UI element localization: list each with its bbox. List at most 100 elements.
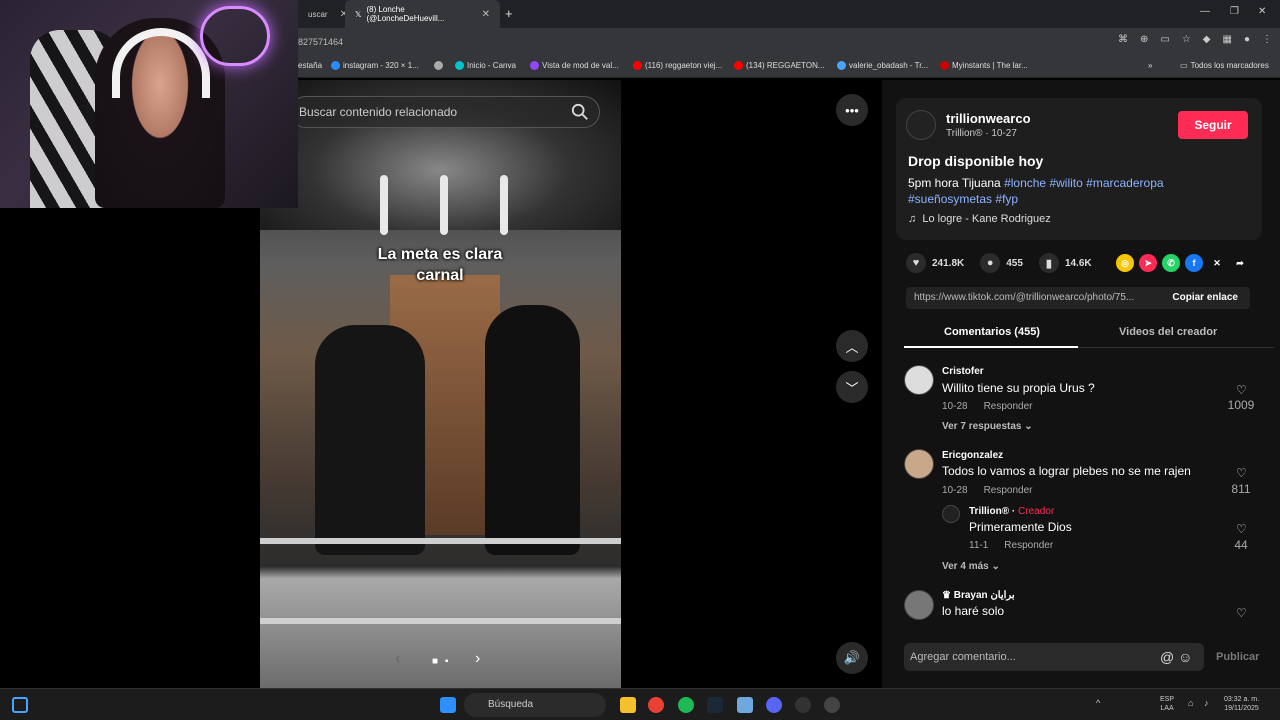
bookmark-icon[interactable]: ▮ (1038, 253, 1059, 273)
chrome-icon[interactable] (648, 697, 664, 713)
reply-like-icon[interactable]: ♡ (1236, 522, 1247, 536)
bookmark-item[interactable] (434, 61, 443, 70)
share-arrow-icon[interactable]: ➦ (1231, 254, 1249, 272)
more-options-button[interactable]: ••• (836, 94, 868, 126)
hashtag-link[interactable]: #wilito (1049, 176, 1082, 190)
profile-icon[interactable]: ● (1244, 34, 1250, 45)
maximize-icon[interactable]: ❐ (1230, 6, 1239, 17)
save-stat[interactable]: ▮ 14.6K (1038, 253, 1092, 273)
steam-icon[interactable] (707, 697, 723, 713)
obs-icon[interactable] (795, 697, 811, 713)
commenter-avatar[interactable] (904, 590, 934, 620)
whatsapp-icon[interactable]: ✆ (1162, 254, 1180, 272)
browser-tab-active[interactable]: 𝕏 (8) Lonche (@LoncheDeHuevill... ✕ (345, 0, 500, 28)
photo-light (440, 175, 448, 235)
comment-author[interactable]: Cristofer (942, 366, 984, 377)
comment-icon[interactable]: ● (980, 253, 1001, 273)
comment-author[interactable]: Ericgonzalez (942, 450, 1003, 461)
comment-like-icon[interactable]: ♡ (1236, 466, 1247, 480)
puzzle-icon[interactable]: ▦ (1223, 34, 1232, 45)
reply-avatar[interactable] (942, 505, 960, 523)
bookmark-item[interactable]: (116) reggaeton viej... (633, 61, 722, 70)
like-stat[interactable]: ♥ 241.8K (906, 253, 964, 273)
comment-author[interactable]: ♛ Brayan برايان (942, 590, 1015, 601)
kebab-menu-icon[interactable]: ⋮ (1262, 34, 1272, 45)
spotify-icon[interactable] (678, 697, 694, 713)
zoom-icon[interactable]: ⊕ (1140, 34, 1148, 45)
hashtag-link[interactable]: #sueñosymetas (908, 192, 992, 206)
comment-like-icon[interactable]: ♡ (1236, 606, 1247, 620)
add-comment-input[interactable]: Agregar comentario... (904, 643, 1204, 671)
commenter-avatar[interactable] (904, 365, 934, 395)
tray-chevron-icon[interactable]: ^ (1096, 699, 1100, 708)
heart-icon[interactable]: ♥ (906, 253, 926, 273)
bookmarks-overflow-icon[interactable]: » (1148, 61, 1152, 70)
emoji-icon[interactable]: ☺ (1178, 649, 1192, 665)
repost-icon[interactable]: ➤ (1139, 254, 1157, 272)
language-indicator[interactable]: ESP LAA (1160, 695, 1174, 713)
star-icon[interactable]: ☆ (1182, 34, 1191, 45)
file-explorer-icon[interactable] (620, 697, 636, 713)
tab-comments[interactable]: Comentarios (455) (944, 326, 1040, 338)
creator-avatar[interactable] (906, 110, 936, 140)
reply-button[interactable]: Responder (1004, 540, 1053, 551)
copy-link-button[interactable]: Copiar enlace (1172, 292, 1238, 303)
x-share-icon[interactable]: ✕ (1208, 254, 1226, 272)
new-tab-button[interactable]: + (505, 6, 513, 21)
app-icon[interactable] (824, 697, 840, 713)
hashtag-link[interactable]: #lonche (1004, 176, 1046, 190)
photos-icon[interactable] (737, 697, 753, 713)
bookmark-icon (331, 61, 340, 70)
bookmark-item[interactable]: valerie_obadash - Tr... (837, 61, 928, 70)
cast-icon[interactable]: ▭ (1160, 34, 1169, 45)
post-photo[interactable] (260, 80, 621, 688)
extension-icon[interactable]: ◆ (1203, 34, 1211, 45)
view-replies-button[interactable]: Ver 7 respuestas ⌄ (942, 421, 1033, 432)
bookmark-item[interactable]: Inicio - Canva (455, 61, 516, 70)
post-link[interactable]: https://www.tiktok.com/@trillionwearco/p… (914, 292, 1134, 303)
reply-author[interactable]: Trillion® · Creador (969, 506, 1054, 517)
related-search-input[interactable]: Buscar contenido relacionado (290, 96, 600, 128)
copy-link-row: https://www.tiktok.com/@trillionwearco/p… (906, 287, 1250, 309)
tab-creator-videos[interactable]: Videos del creador (1119, 326, 1217, 338)
previous-post-button[interactable]: ︿ (836, 330, 868, 362)
close-window-icon[interactable]: ✕ (1258, 6, 1266, 17)
coin-icon[interactable]: ◎ (1116, 254, 1134, 272)
commenter-avatar[interactable] (904, 449, 934, 479)
follow-button[interactable]: Seguir (1178, 111, 1248, 139)
reply-button[interactable]: Responder (984, 485, 1033, 496)
hashtag-link[interactable]: #fyp (995, 192, 1018, 206)
mention-icon[interactable]: @ (1160, 649, 1174, 665)
creator-username[interactable]: trillionwearco (946, 111, 1031, 126)
facebook-icon[interactable]: f (1185, 254, 1203, 272)
speaker-icon[interactable]: ♪ (1204, 699, 1209, 708)
bookmark-item[interactable]: Vista de mod de val... (530, 61, 619, 70)
windows-start-icon[interactable] (440, 697, 456, 713)
reply-button[interactable]: Responder (984, 401, 1033, 412)
network-icon[interactable]: ⌂ (1188, 699, 1193, 708)
bookmark-item[interactable]: (134) REGGAETON... (734, 61, 825, 70)
comment-like-icon[interactable]: ♡ (1236, 383, 1247, 397)
minimize-icon[interactable]: — (1200, 6, 1210, 17)
bookmark-item[interactable]: instagram - 320 × 1... (331, 61, 419, 70)
carousel-prev-button[interactable]: ‹ (395, 650, 400, 668)
discord-icon[interactable] (766, 697, 782, 713)
translate-icon[interactable]: ⌘ (1118, 34, 1128, 45)
view-more-replies-button[interactable]: Ver 4 más ⌄ (942, 561, 1000, 572)
carousel-next-button[interactable]: › (475, 650, 480, 668)
music-row[interactable]: ♫ Lo logre - Kane Rodriguez (908, 213, 1051, 225)
volume-button[interactable]: 🔊 (836, 642, 868, 674)
bookmark-folder[interactable]: ▭ Todos los marcadores (1180, 61, 1269, 70)
widgets-icon[interactable] (12, 697, 28, 713)
comment-stat[interactable]: ● 455 (980, 253, 1023, 273)
hashtag-link[interactable]: #marcaderopa (1086, 176, 1163, 190)
publish-button[interactable]: Publicar (1216, 651, 1259, 663)
next-post-button[interactable]: ﹀ (836, 371, 868, 403)
clock[interactable]: 03:32 a. m. 19/11/2025 (1224, 695, 1259, 713)
close-icon[interactable]: ✕ (482, 9, 490, 20)
bookmark-item[interactable]: Myinstants | The lar... (940, 61, 1028, 70)
search-icon[interactable] (571, 103, 589, 121)
bookmark-item[interactable]: estaña (298, 61, 322, 70)
url-text[interactable]: 827571464 (298, 37, 343, 47)
taskbar-search[interactable]: Búsqueda (464, 693, 606, 717)
